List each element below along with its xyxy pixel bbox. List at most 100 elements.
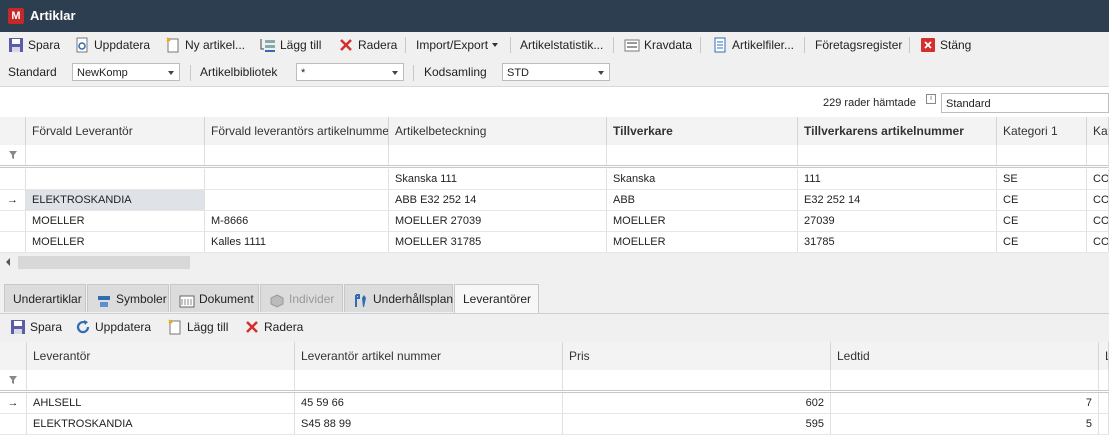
column-header-price[interactable]: Pris — [563, 342, 831, 370]
filter-icon[interactable] — [0, 145, 26, 165]
cell-supplier[interactable]: AHLSELL — [27, 393, 295, 413]
filter-cell[interactable] — [205, 145, 389, 165]
column-header-default-supplier-article-number[interactable]: Förvald leverantörs artikelnummer — [205, 117, 389, 145]
column-header-supplier[interactable]: Leverantör — [27, 342, 295, 370]
column-header-manufacturer[interactable]: Tillverkare — [607, 117, 798, 145]
column-header-lead-time[interactable]: Ledtid — [831, 342, 1099, 370]
cell-category-2[interactable]: CON — [1087, 211, 1109, 231]
tab-symbols[interactable]: Symboler — [87, 284, 169, 312]
column-header-default-supplier[interactable]: Förvald Leverantör — [26, 117, 205, 145]
column-header-supplier-article-number[interactable]: Leverantör artikel nummer — [295, 342, 563, 370]
filter-cell[interactable] — [997, 145, 1087, 165]
cell-lead-time[interactable]: 5 — [831, 414, 1099, 434]
filter-cell[interactable] — [389, 145, 607, 165]
cell-article-designation[interactable]: MOELLER 27039 — [389, 211, 607, 231]
layout-icon[interactable]: i — [926, 94, 936, 104]
cell-category-1[interactable]: CE — [997, 211, 1087, 231]
article-library-select[interactable]: * — [296, 63, 404, 81]
cell-article-designation[interactable]: ABB E32 252 14 — [389, 190, 607, 210]
cell-supplier[interactable]: ELEKTROSKANDIA — [27, 414, 295, 434]
cell-manufacturer-article-number[interactable]: E32 252 14 — [798, 190, 997, 210]
tab-sub-articles[interactable]: Underartiklar — [4, 284, 86, 312]
delete-button[interactable]: Radera — [338, 35, 397, 55]
filter-icon[interactable] — [0, 370, 27, 390]
scrollbar-thumb[interactable] — [18, 256, 190, 269]
column-header-extra[interactable]: L — [1099, 342, 1109, 370]
filter-cell[interactable] — [26, 145, 205, 165]
close-button[interactable]: Stäng — [920, 35, 971, 55]
cell-default-supplier[interactable]: ELEKTROSKANDIA — [26, 190, 205, 210]
table-row[interactable]: → ELEKTROSKANDIA ABB E32 252 14 ABB E32 … — [0, 190, 1109, 211]
cell-supplier-article-number[interactable]: Kalles 1111 — [205, 232, 389, 252]
code-collection-select[interactable]: STD — [502, 63, 610, 81]
cell-default-supplier[interactable]: MOELLER — [26, 211, 205, 231]
column-header-category-2[interactable]: Kate — [1087, 117, 1109, 145]
cell-lead-time[interactable]: 7 — [831, 393, 1099, 413]
filter-cell[interactable] — [563, 370, 831, 390]
cell-supplier-article-number[interactable]: 45 59 66 — [295, 393, 563, 413]
cell-price[interactable]: 602 — [563, 393, 831, 413]
cell-extra[interactable] — [1099, 393, 1109, 413]
column-header-manufacturer-article-number[interactable]: Tillverkarens artikelnummer — [798, 117, 997, 145]
cell-manufacturer[interactable]: ABB — [607, 190, 798, 210]
table-row[interactable]: ELEKTROSKANDIA S45 88 99 595 5 — [0, 414, 1109, 435]
cell-category-1[interactable]: SE — [997, 169, 1087, 189]
cell-supplier-article-number[interactable] — [205, 190, 389, 210]
cell-category-1[interactable]: CE — [997, 232, 1087, 252]
cell-manufacturer[interactable]: MOELLER — [607, 211, 798, 231]
supplier-refresh-button[interactable]: Uppdatera — [75, 317, 151, 337]
cell-extra[interactable] — [1099, 414, 1109, 434]
filter-cell[interactable] — [831, 370, 1099, 390]
new-document-icon — [165, 37, 181, 53]
supplier-add-button[interactable]: Lägg till — [167, 317, 228, 337]
filter-cell[interactable] — [1087, 145, 1109, 165]
layout-select[interactable]: Standard — [941, 93, 1109, 113]
cell-manufacturer[interactable]: MOELLER — [607, 232, 798, 252]
cell-supplier-article-number[interactable] — [205, 169, 389, 189]
article-files-button[interactable]: Artikelfiler... — [712, 35, 794, 55]
import-export-dropdown[interactable]: Import/Export — [416, 35, 499, 55]
filter-cell[interactable] — [1099, 370, 1109, 390]
table-row[interactable]: → AHLSELL 45 59 66 602 7 — [0, 393, 1109, 414]
add-button[interactable]: Lägg till — [260, 35, 321, 55]
cell-price[interactable]: 595 — [563, 414, 831, 434]
cell-article-designation[interactable]: MOELLER 31785 — [389, 232, 607, 252]
table-row[interactable]: Skanska 111 Skanska 111 SE CON — [0, 169, 1109, 190]
cell-supplier-article-number[interactable]: S45 88 99 — [295, 414, 563, 434]
article-statistics-button[interactable]: Artikelstatistik... — [520, 35, 603, 55]
save-button[interactable]: Spara — [8, 35, 60, 55]
tab-documents[interactable]: Dokument — [170, 284, 259, 312]
new-article-button[interactable]: Ny artikel... — [165, 35, 245, 55]
filter-cell[interactable] — [27, 370, 295, 390]
cell-category-1[interactable]: CE — [997, 190, 1087, 210]
company-register-button[interactable]: Företagsregister — [815, 35, 902, 55]
cell-category-2[interactable]: CON — [1087, 190, 1109, 210]
cell-category-2[interactable]: CON — [1087, 232, 1109, 252]
supplier-save-button[interactable]: Spara — [10, 317, 62, 337]
cell-manufacturer[interactable]: Skanska — [607, 169, 798, 189]
column-header-category-1[interactable]: Kategori 1 — [997, 117, 1087, 145]
cell-manufacturer-article-number[interactable]: 31785 — [798, 232, 997, 252]
cell-category-2[interactable]: CON — [1087, 169, 1109, 189]
requirements-button[interactable]: Kravdata — [624, 35, 692, 55]
filter-cell[interactable] — [607, 145, 798, 165]
cell-manufacturer-article-number[interactable]: 111 — [798, 169, 997, 189]
table-row[interactable]: MOELLER Kalles 1111 MOELLER 31785 MOELLE… — [0, 232, 1109, 253]
cell-manufacturer-article-number[interactable]: 27039 — [798, 211, 997, 231]
filter-cell[interactable] — [295, 370, 563, 390]
column-header-article-designation[interactable]: Artikelbeteckning — [389, 117, 607, 145]
cell-default-supplier[interactable] — [26, 169, 205, 189]
cell-article-designation[interactable]: Skanska 111 — [389, 169, 607, 189]
filter-cell[interactable] — [798, 145, 997, 165]
supplier-delete-button[interactable]: Radera — [244, 317, 303, 337]
refresh-button[interactable]: Uppdatera — [74, 35, 150, 55]
standard-select[interactable]: NewKomp — [72, 63, 180, 81]
tab-suppliers[interactable]: Leverantörer — [454, 284, 539, 313]
table-row[interactable]: MOELLER M-8666 MOELLER 27039 MOELLER 270… — [0, 211, 1109, 232]
cell-default-supplier[interactable]: MOELLER — [26, 232, 205, 252]
tab-maintenance-plan[interactable]: Underhållsplan — [344, 284, 453, 312]
scroll-left-icon[interactable] — [6, 258, 10, 266]
tab-individuals[interactable]: Individer — [260, 284, 343, 312]
horizontal-scrollbar[interactable] — [0, 253, 1109, 271]
cell-supplier-article-number[interactable]: M-8666 — [205, 211, 389, 231]
